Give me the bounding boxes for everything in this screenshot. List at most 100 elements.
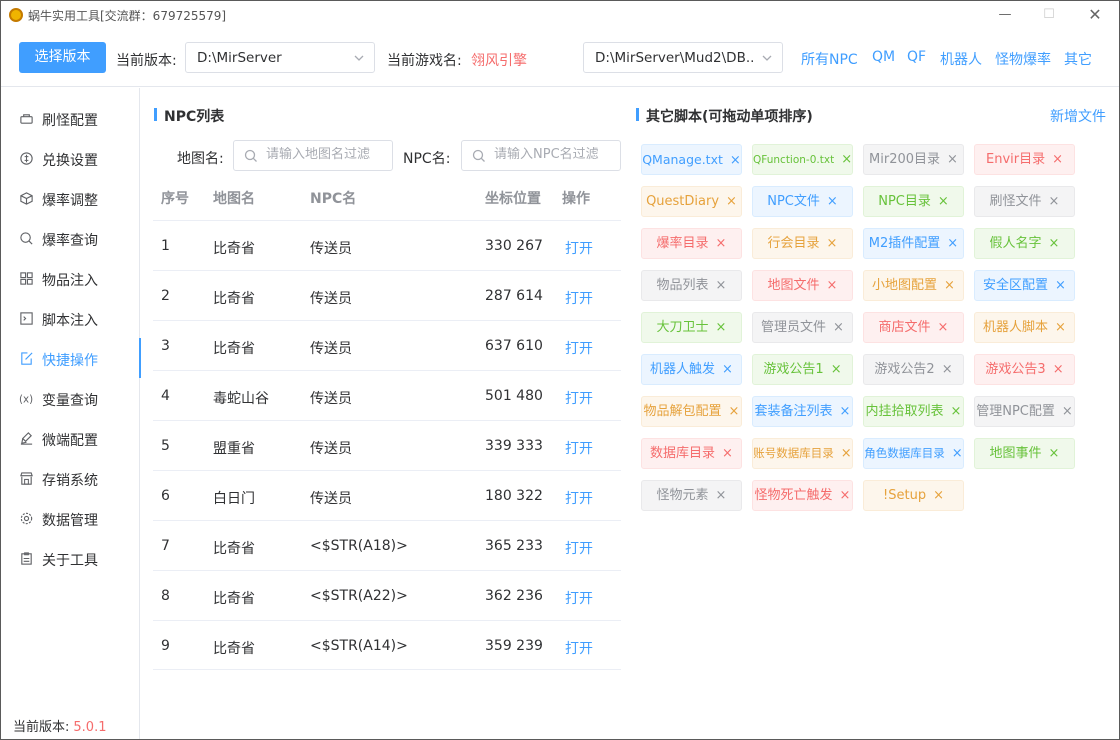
sidebar-item-6[interactable]: 脚本注入	[1, 298, 140, 338]
tag-close-icon[interactable]: ×	[840, 481, 851, 510]
link-all-npc[interactable]: 所有NPC	[801, 49, 858, 69]
close-button[interactable]: ✕	[1081, 5, 1109, 25]
script-tag[interactable]: 物品解包配置 ×	[641, 396, 742, 427]
tag-close-icon[interactable]: ×	[726, 187, 737, 216]
sidebar-item-8[interactable]: (x) 变量查询	[1, 378, 140, 418]
tag-close-icon[interactable]: ×	[944, 271, 955, 300]
tag-close-icon[interactable]: ×	[833, 313, 844, 342]
link-robot[interactable]: 机器人	[940, 49, 982, 69]
script-tag[interactable]: 刷怪文件 ×	[974, 186, 1075, 217]
maximize-button[interactable]: ☐	[1035, 5, 1063, 25]
script-tag[interactable]: 地图文件 ×	[752, 270, 853, 301]
open-link[interactable]: 打开	[565, 588, 593, 608]
script-tag[interactable]: 机器人脚本 ×	[974, 312, 1075, 343]
script-tag[interactable]: 管理NPC配置 ×	[974, 396, 1075, 427]
link-qm[interactable]: QM	[872, 49, 895, 65]
db-path-select[interactable]: D:\MirServer\Mud2\DB...	[583, 42, 783, 73]
tag-close-icon[interactable]: ×	[722, 355, 733, 384]
server-path-select[interactable]: D:\MirServer	[185, 42, 375, 73]
tag-close-icon[interactable]: ×	[947, 229, 958, 258]
script-tag[interactable]: M2插件配置 ×	[863, 228, 964, 259]
sidebar-item-2[interactable]: 兑换设置	[1, 138, 140, 178]
tag-close-icon[interactable]: ×	[933, 481, 944, 510]
map-filter-input-box[interactable]	[233, 140, 393, 171]
tag-close-icon[interactable]: ×	[1053, 355, 1064, 384]
tag-close-icon[interactable]: ×	[952, 439, 963, 468]
tag-close-icon[interactable]: ×	[1049, 439, 1060, 468]
open-link[interactable]: 打开	[565, 488, 593, 508]
select-version-button[interactable]: 选择版本	[19, 42, 106, 73]
sidebar-item-11[interactable]: 数据管理	[1, 498, 140, 538]
script-tag[interactable]: 物品列表 ×	[641, 270, 742, 301]
link-other[interactable]: 其它	[1064, 49, 1092, 69]
script-tag[interactable]: 管理员文件 ×	[752, 312, 853, 343]
open-link[interactable]: 打开	[565, 388, 593, 408]
open-link[interactable]: 打开	[565, 288, 593, 308]
script-tag[interactable]: 小地图配置 ×	[863, 270, 964, 301]
script-tag[interactable]: NPC文件 ×	[752, 186, 853, 217]
tag-close-icon[interactable]: ×	[938, 187, 949, 216]
script-tag[interactable]: 行会目录 ×	[752, 228, 853, 259]
script-tag[interactable]: QuestDiary ×	[641, 186, 742, 217]
sidebar-item-12[interactable]: 关于工具	[1, 538, 140, 578]
tag-close-icon[interactable]: ×	[841, 145, 852, 174]
tag-close-icon[interactable]: ×	[831, 355, 842, 384]
script-tag[interactable]: 游戏公告3 ×	[974, 354, 1075, 385]
sidebar-item-3[interactable]: 爆率调整	[1, 178, 140, 218]
npc-filter-input-box[interactable]	[461, 140, 621, 171]
tag-close-icon[interactable]: ×	[947, 145, 958, 174]
open-link[interactable]: 打开	[565, 238, 593, 258]
tag-close-icon[interactable]: ×	[716, 229, 727, 258]
sidebar-item-10[interactable]: 存销系统	[1, 458, 140, 498]
script-tag[interactable]: QFunction-0.txt ×	[752, 144, 853, 175]
link-monster-drop[interactable]: 怪物爆率	[995, 49, 1051, 69]
map-filter-input[interactable]	[266, 147, 386, 162]
tag-close-icon[interactable]: ×	[729, 397, 740, 426]
sidebar-item-5[interactable]: 物品注入	[1, 258, 140, 298]
tag-close-icon[interactable]: ×	[942, 355, 953, 384]
tag-close-icon[interactable]: ×	[1052, 145, 1063, 174]
script-tag[interactable]: !Setup ×	[863, 480, 964, 511]
script-tag[interactable]: QManage.txt ×	[641, 144, 742, 175]
tag-close-icon[interactable]: ×	[1062, 397, 1073, 426]
script-tag[interactable]: 数据库目录 ×	[641, 438, 742, 469]
script-tag[interactable]: NPC目录 ×	[863, 186, 964, 217]
script-tag[interactable]: 套装备注列表 ×	[752, 396, 853, 427]
npc-filter-input[interactable]	[494, 147, 614, 162]
tag-close-icon[interactable]: ×	[938, 313, 949, 342]
tag-close-icon[interactable]: ×	[827, 187, 838, 216]
tag-close-icon[interactable]: ×	[841, 439, 852, 468]
sidebar-item-9[interactable]: 微端配置	[1, 418, 140, 458]
link-qf[interactable]: QF	[907, 49, 926, 65]
title-bar[interactable]: 蜗牛实用工具[交流群：679725579] — ☐ ✕	[1, 1, 1119, 29]
script-tag[interactable]: 角色数据库目录 ×	[863, 438, 964, 469]
script-tag[interactable]: Envir目录 ×	[974, 144, 1075, 175]
script-tag[interactable]: 内挂拾取列表 ×	[863, 396, 964, 427]
sidebar-item-7[interactable]: 快捷操作	[1, 338, 141, 378]
sidebar-item-4[interactable]: 爆率查询	[1, 218, 140, 258]
script-tag[interactable]: 机器人触发 ×	[641, 354, 742, 385]
tag-close-icon[interactable]: ×	[827, 271, 838, 300]
tag-close-icon[interactable]: ×	[722, 439, 733, 468]
tag-close-icon[interactable]: ×	[1049, 187, 1060, 216]
script-tag[interactable]: 怪物元素 ×	[641, 480, 742, 511]
open-link[interactable]: 打开	[565, 638, 593, 658]
tag-close-icon[interactable]: ×	[1055, 271, 1066, 300]
tag-close-icon[interactable]: ×	[951, 397, 962, 426]
script-tag[interactable]: 假人名字 ×	[974, 228, 1075, 259]
script-tag[interactable]: Mir200目录 ×	[863, 144, 964, 175]
tag-close-icon[interactable]: ×	[827, 229, 838, 258]
tag-close-icon[interactable]: ×	[730, 146, 741, 175]
open-link[interactable]: 打开	[565, 538, 593, 558]
minimize-button[interactable]: —	[991, 5, 1019, 25]
script-tag[interactable]: 账号数据库目录 ×	[752, 438, 853, 469]
open-link[interactable]: 打开	[565, 438, 593, 458]
script-tag[interactable]: 商店文件 ×	[863, 312, 964, 343]
script-tag[interactable]: 安全区配置 ×	[974, 270, 1075, 301]
tag-close-icon[interactable]: ×	[840, 397, 851, 426]
tag-close-icon[interactable]: ×	[716, 481, 727, 510]
tag-close-icon[interactable]: ×	[716, 313, 727, 342]
script-tag[interactable]: 游戏公告1 ×	[752, 354, 853, 385]
script-tag[interactable]: 怪物死亡触发 ×	[752, 480, 853, 511]
open-link[interactable]: 打开	[565, 338, 593, 358]
